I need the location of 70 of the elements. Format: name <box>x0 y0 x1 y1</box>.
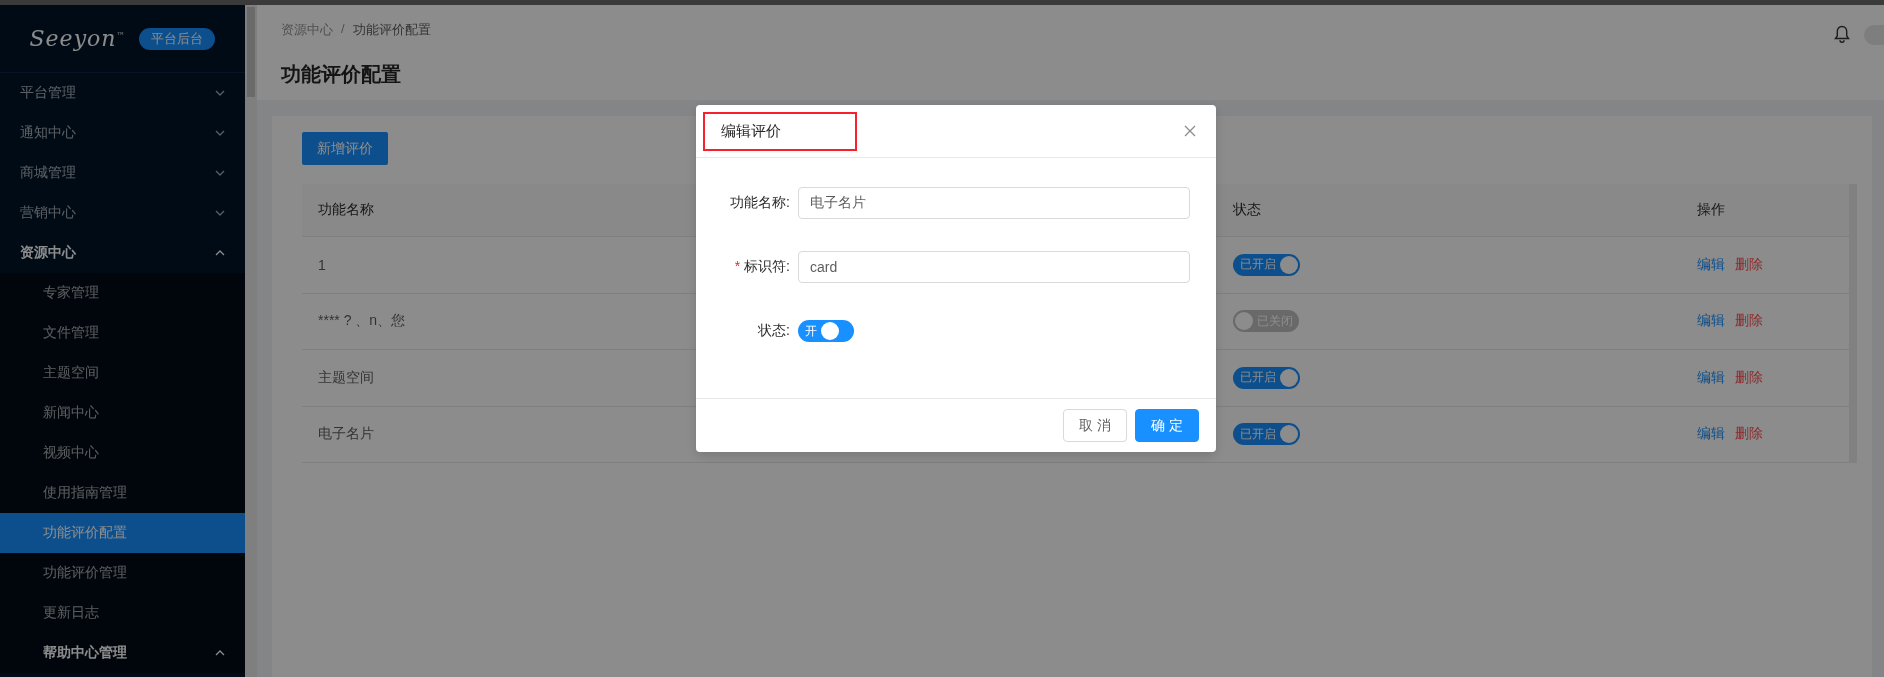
sidebar-menu-item[interactable]: 功能评价管理 <box>0 553 245 593</box>
field-label: * 标识符: <box>733 258 790 276</box>
bell-icon[interactable] <box>1834 25 1850 43</box>
sidebar-menu-item[interactable]: 资源中心 <box>0 233 245 273</box>
platform-badge: 平台后台 <box>139 27 216 50</box>
sidebar-menu-item[interactable]: 专家管理 <box>0 273 245 313</box>
delete-link[interactable]: 删除 <box>1735 312 1763 331</box>
menu-item-label: 功能评价配置 <box>43 524 127 542</box>
menu-item-label: 商城管理 <box>20 164 76 182</box>
sidebar-menu-item[interactable]: 通知中心 <box>0 113 245 153</box>
menu-item-label: 专家管理 <box>43 284 99 302</box>
delete-link[interactable]: 删除 <box>1735 368 1763 387</box>
sidebar-menu-item[interactable]: 帮助中心管理 <box>0 633 245 673</box>
menu-item-label: 视频中心 <box>43 444 99 462</box>
column-header: 功能名称 <box>318 201 374 219</box>
menu-item-label: 功能评价管理 <box>43 564 127 582</box>
sidebar-menu-item[interactable]: 新闻中心 <box>0 393 245 433</box>
menu-item-label: 平台管理 <box>20 84 76 102</box>
confirm-button[interactable]: 确 定 <box>1135 409 1199 442</box>
breadcrumb-separator: / <box>341 21 345 38</box>
menu-item-label: 营销中心 <box>20 204 76 222</box>
scrollbar[interactable] <box>245 5 257 677</box>
field-label: 状态: <box>757 322 790 340</box>
status-switch[interactable]: 开 <box>798 320 854 342</box>
breadcrumb-link[interactable]: 功能评价配置 <box>352 21 431 39</box>
status-switch[interactable]: 已开启 <box>1233 366 1300 389</box>
menu-item-label: 新闻中心 <box>43 404 99 422</box>
table-cell: 主题空间 <box>318 368 374 387</box>
sidebar-menu-item[interactable]: 更新日志 <box>0 593 245 633</box>
edit-link[interactable]: 编辑 <box>1697 255 1725 274</box>
table-cell: **** ? 、n、您 <box>318 312 406 331</box>
edit-link[interactable]: 编辑 <box>1697 312 1725 331</box>
edit-link[interactable]: 编辑 <box>1697 425 1725 444</box>
page-title: 功能评价配置 <box>281 62 402 87</box>
add-button[interactable]: 新增评价 <box>302 132 388 165</box>
menu-item-label: 使用指南管理 <box>43 484 127 502</box>
table-cell: 1 <box>318 256 326 273</box>
logo: Seeyon$^{™}$ <box>29 26 126 51</box>
menu-item-label: 帮助中心管理 <box>43 644 127 662</box>
column-header: 操作 <box>1697 201 1725 219</box>
caret-icon <box>215 250 225 256</box>
status-switch[interactable]: 已开启 <box>1233 253 1300 276</box>
table-cell: 电子名片 <box>318 425 374 444</box>
menu-item-label: 文件管理 <box>43 324 99 342</box>
breadcrumb-link[interactable]: 资源中心 <box>281 21 333 39</box>
sidebar-menu-item[interactable]: 主题空间 <box>0 353 245 393</box>
sidebar-menu-item[interactable]: 视频中心 <box>0 433 245 473</box>
sidebar-menu-item[interactable]: 文件管理 <box>0 313 245 353</box>
status-switch[interactable]: 已开启 <box>1233 423 1300 446</box>
delete-link[interactable]: 删除 <box>1735 255 1763 274</box>
cancel-button[interactable]: 取 消 <box>1063 409 1128 442</box>
close-button[interactable] <box>1184 125 1196 137</box>
sidebar-menu-item[interactable]: 功能评价配置 <box>0 513 245 553</box>
menu-item-label: 通知中心 <box>20 124 76 142</box>
menu-item-label: 更新日志 <box>43 604 99 622</box>
sidebar-menu-item[interactable]: 营销中心 <box>0 193 245 233</box>
edit-link[interactable]: 编辑 <box>1697 368 1725 387</box>
sidebar-menu-item[interactable]: 商城管理 <box>0 153 245 193</box>
input-field[interactable]: 电子名片 <box>798 187 1190 219</box>
column-header: 状态 <box>1233 201 1261 219</box>
close-icon <box>1184 125 1196 137</box>
caret-icon <box>215 650 225 656</box>
field-label: 功能名称: <box>729 194 790 212</box>
sidebar-menu-item[interactable]: 使用指南管理 <box>0 473 245 513</box>
sidebar-menu-item[interactable]: 平台管理 <box>0 73 245 113</box>
modal-title: 编辑评价 <box>703 111 857 151</box>
delete-link[interactable]: 删除 <box>1735 425 1763 444</box>
input-field[interactable]: card <box>798 251 1190 283</box>
menu-item-label: 主题空间 <box>43 364 99 382</box>
menu-item-label: 资源中心 <box>20 244 76 262</box>
